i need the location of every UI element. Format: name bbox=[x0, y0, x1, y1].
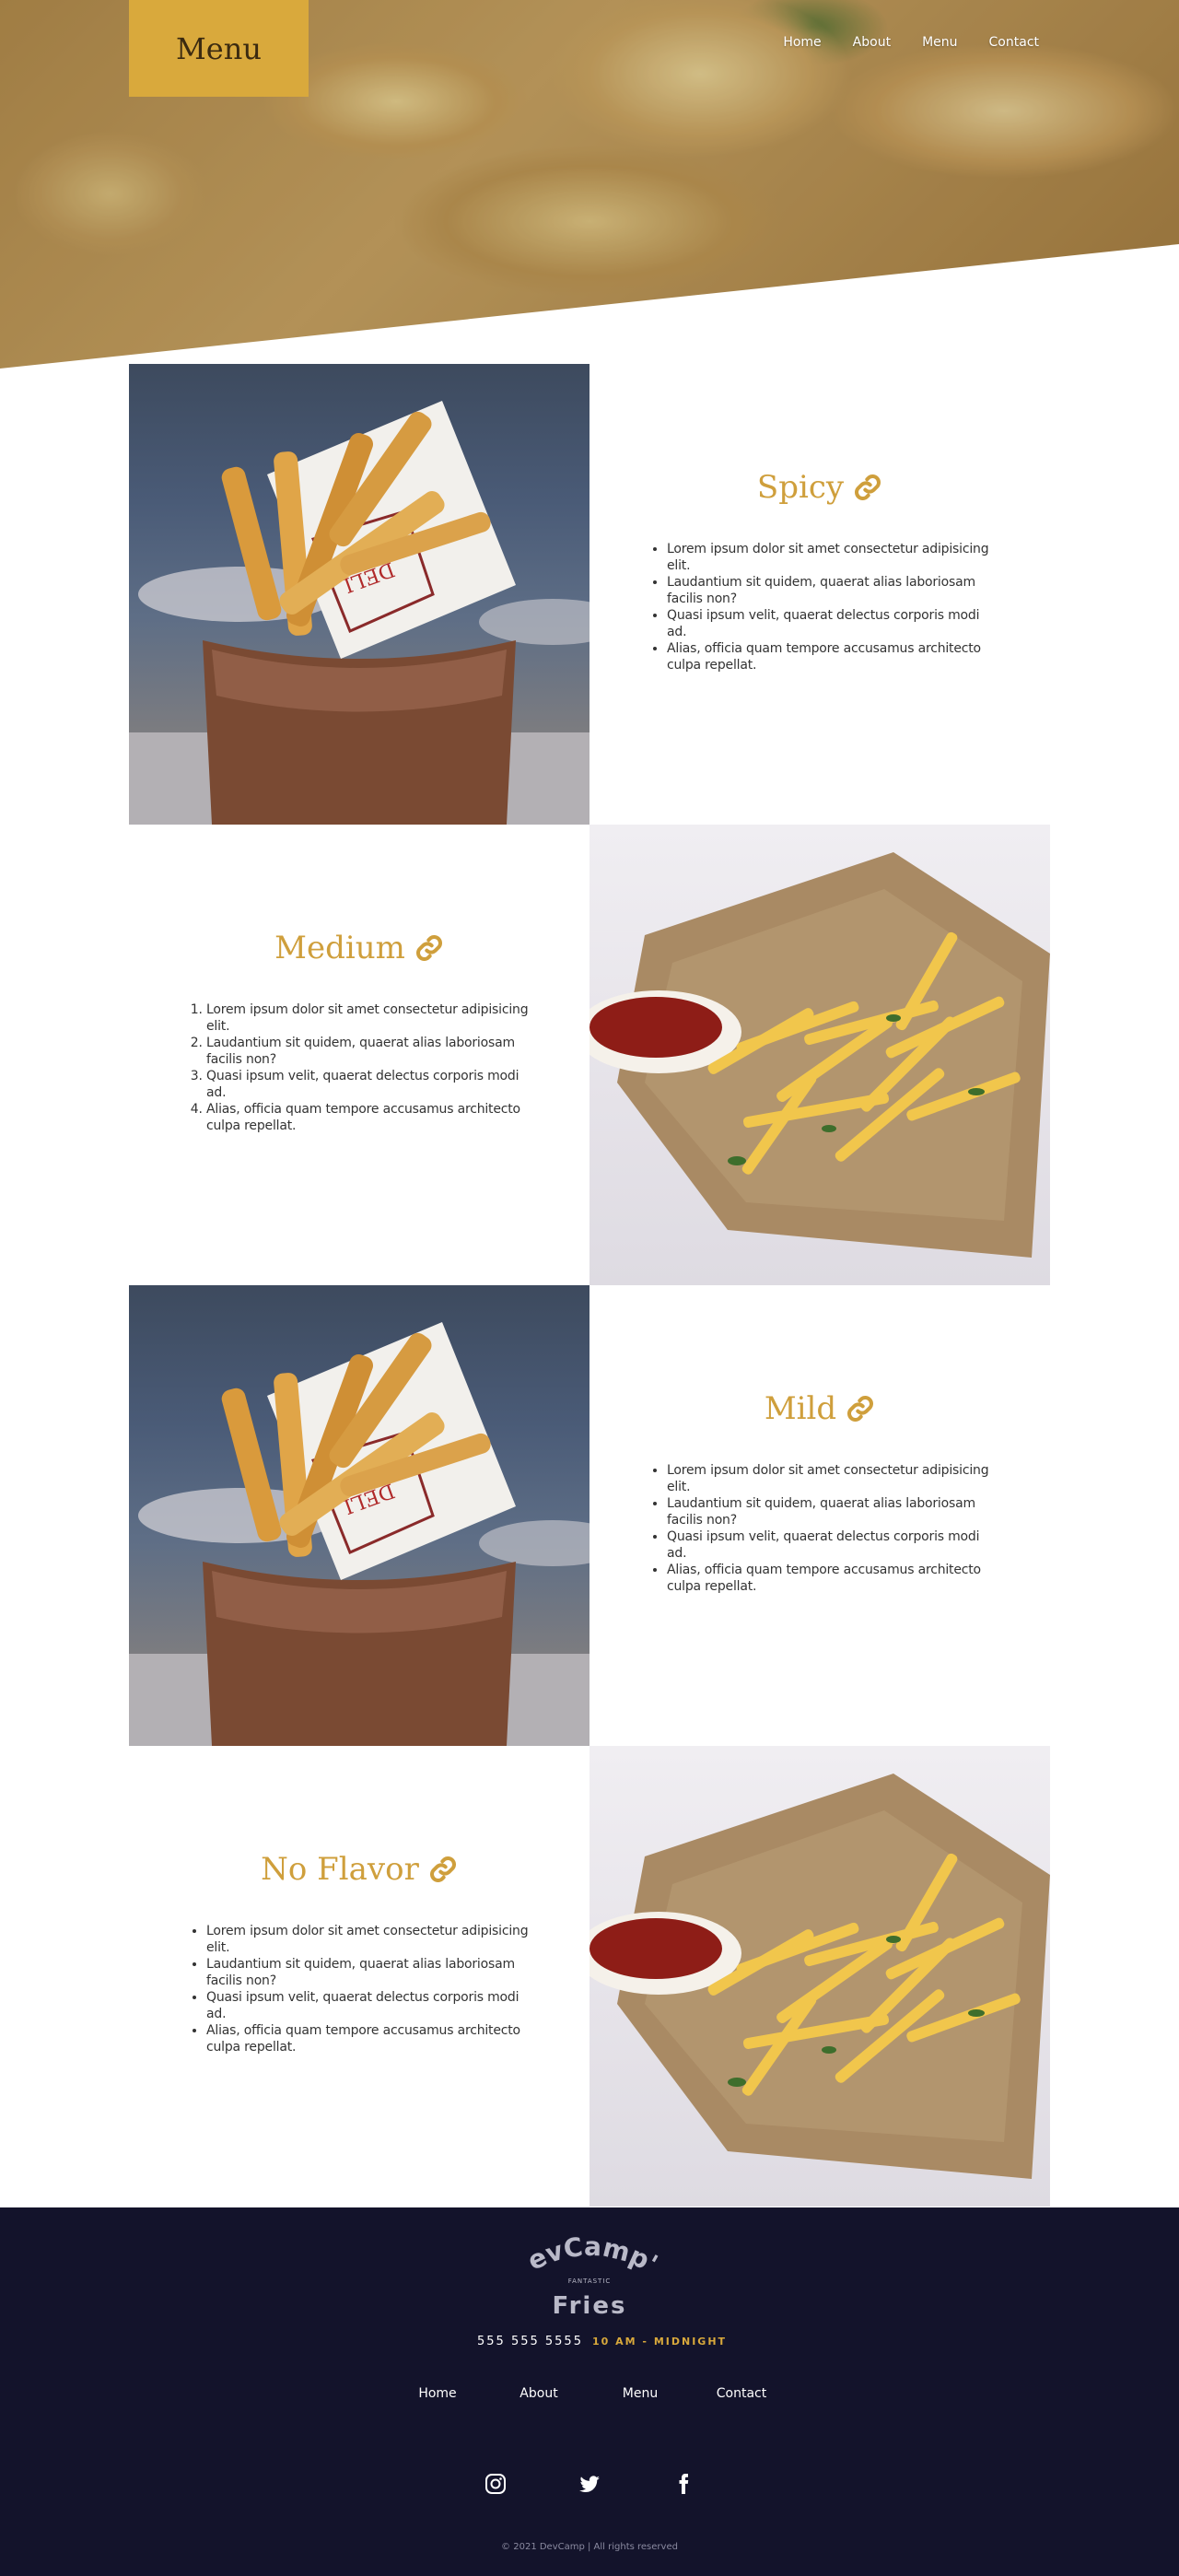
fries-cup-photo: DELI bbox=[129, 364, 590, 825]
nav-link-contact[interactable]: Contact bbox=[989, 35, 1039, 50]
list-item: Laudantium sit quidem, quaerat alias lab… bbox=[667, 1495, 995, 1528]
feature-list: Lorem ipsum dolor sit amet consectetur a… bbox=[645, 541, 995, 673]
link-icon[interactable] bbox=[846, 1394, 875, 1423]
list-item: Lorem ipsum dolor sit amet consectetur a… bbox=[206, 1001, 534, 1035]
menu-row: DELI Mild Lorem ipsum dolor sit amet con… bbox=[129, 1285, 1050, 1746]
section-title: No Flavor bbox=[261, 1851, 458, 1888]
list-item: Laudantium sit quidem, quaerat alias lab… bbox=[206, 1035, 534, 1068]
nav-link-about[interactable]: About bbox=[853, 35, 891, 50]
footer-logo[interactable]: DevCamp's FANTASTIC Fries bbox=[486, 2195, 682, 2329]
hero-banner: Menu Home About Menu Contact bbox=[0, 0, 1179, 369]
brand-label: Menu bbox=[176, 30, 262, 66]
link-icon[interactable] bbox=[853, 473, 882, 502]
facebook-icon[interactable] bbox=[672, 2473, 695, 2495]
nav-link-home[interactable]: Home bbox=[783, 35, 821, 50]
fries-ketchup-photo bbox=[590, 825, 1050, 1285]
list-item: Alias, officia quam tempore accusamus ar… bbox=[206, 1101, 534, 1134]
list-item: Laudantium sit quidem, quaerat alias lab… bbox=[206, 1956, 534, 1989]
list-item: Quasi ipsum velit, quaerat delectus corp… bbox=[667, 1528, 995, 1562]
list-item: Lorem ipsum dolor sit amet consectetur a… bbox=[667, 1462, 995, 1495]
menu-row: No Flavor Lorem ipsum dolor sit amet con… bbox=[129, 1746, 1050, 2207]
list-item: Quasi ipsum velit, quaerat delectus corp… bbox=[667, 607, 995, 640]
social-links bbox=[0, 2473, 1179, 2495]
top-nav: Home About Menu Contact bbox=[783, 35, 1039, 50]
menu-item-medium: Medium Lorem ipsum dolor sit amet consec… bbox=[129, 825, 590, 1285]
section-title: Spicy bbox=[757, 469, 882, 506]
list-item: Lorem ipsum dolor sit amet consectetur a… bbox=[206, 1923, 534, 1956]
menu-row: DELI Spicy Lorem ipsum dolor sit amet co… bbox=[129, 364, 1050, 825]
feature-list: Lorem ipsum dolor sit amet consectetur a… bbox=[184, 1001, 534, 1134]
list-item: Alias, officia quam tempore accusamus ar… bbox=[667, 1562, 995, 1595]
list-item: Alias, officia quam tempore accusamus ar… bbox=[206, 2022, 534, 2055]
footer-nav-menu[interactable]: Menu bbox=[590, 2386, 691, 2401]
section-title: Medium bbox=[274, 930, 444, 966]
list-item: Quasi ipsum velit, quaerat delectus corp… bbox=[206, 1068, 534, 1101]
copyright-text: © 2021 DevCamp | All rights reserved bbox=[501, 2542, 678, 2552]
brand-box[interactable]: Menu bbox=[129, 0, 309, 97]
footer-nav: Home About Menu Contact bbox=[0, 2386, 1179, 2401]
site-footer: DevCamp's FANTASTIC Fries 555 555 5555 1… bbox=[0, 2195, 1179, 2576]
list-item: Lorem ipsum dolor sit amet consectetur a… bbox=[667, 541, 995, 574]
svg-text:DevCamp's: DevCamp's bbox=[497, 2219, 662, 2279]
footer-nav-home[interactable]: Home bbox=[387, 2386, 488, 2401]
section-title: Mild bbox=[765, 1390, 875, 1427]
business-hours: 10 AM - MIDNIGHT bbox=[592, 2336, 728, 2348]
menu-item-no-flavor: No Flavor Lorem ipsum dolor sit amet con… bbox=[129, 1746, 590, 2207]
phone-number[interactable]: 555 555 5555 bbox=[477, 2335, 583, 2348]
twitter-icon[interactable] bbox=[578, 2473, 601, 2495]
instagram-icon[interactable] bbox=[484, 2473, 507, 2495]
list-item: Quasi ipsum velit, quaerat delectus corp… bbox=[206, 1989, 534, 2022]
link-icon[interactable] bbox=[428, 1855, 458, 1884]
list-item: Laudantium sit quidem, quaerat alias lab… bbox=[667, 574, 995, 607]
feature-list: Lorem ipsum dolor sit amet consectetur a… bbox=[645, 1462, 995, 1595]
link-icon[interactable] bbox=[414, 933, 444, 963]
fries-cup-photo: DELI bbox=[129, 1285, 590, 1746]
logo-line2: FANTASTIC bbox=[568, 2277, 612, 2285]
fries-ketchup-photo bbox=[590, 1746, 1050, 2207]
nav-link-menu[interactable]: Menu bbox=[922, 35, 957, 50]
menu-item-spicy: Spicy Lorem ipsum dolor sit amet consect… bbox=[590, 364, 1050, 825]
menu-row: Medium Lorem ipsum dolor sit amet consec… bbox=[129, 825, 1050, 1285]
menu-grid: DELI Spicy Lorem ipsum dolor sit amet co… bbox=[129, 364, 1050, 2207]
list-item: Alias, officia quam tempore accusamus ar… bbox=[667, 640, 995, 673]
footer-nav-about[interactable]: About bbox=[488, 2386, 590, 2401]
feature-list: Lorem ipsum dolor sit amet consectetur a… bbox=[184, 1923, 534, 2055]
footer-nav-contact[interactable]: Contact bbox=[691, 2386, 792, 2401]
menu-item-mild: Mild Lorem ipsum dolor sit amet consecte… bbox=[590, 1285, 1050, 1746]
logo-line1: DevCamp's bbox=[486, 2195, 662, 2279]
logo-line3: Fries bbox=[553, 2292, 627, 2320]
